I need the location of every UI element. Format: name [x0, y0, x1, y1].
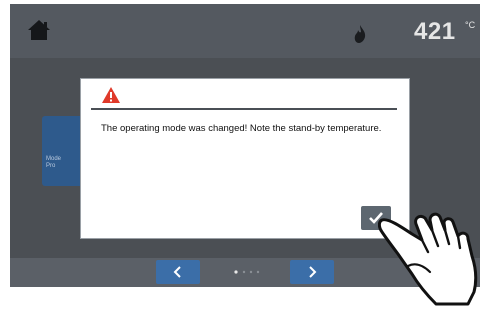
home-icon[interactable]: [27, 19, 51, 41]
chevron-left-icon: [173, 266, 181, 278]
chevron-right-icon: [309, 266, 317, 278]
tile-line-2: Pro: [46, 163, 56, 169]
dialog-header: [91, 84, 397, 110]
warning-icon: [102, 87, 120, 103]
mode-changed-dialog: The operating mode was changed! Note the…: [80, 78, 410, 239]
flame-icon: [354, 25, 366, 43]
pointing-hand-illustration: [378, 212, 478, 306]
previous-page-button[interactable]: [156, 260, 200, 284]
top-bar: 421 °C: [10, 4, 480, 58]
next-page-button[interactable]: [290, 260, 334, 284]
temperature-value: 421: [414, 18, 456, 45]
temperature-unit: °C: [465, 20, 476, 30]
dialog-message: The operating mode was changed! Note the…: [101, 123, 382, 134]
page-dots-icon: [234, 270, 260, 274]
tile-line-1: Mode: [46, 156, 62, 162]
